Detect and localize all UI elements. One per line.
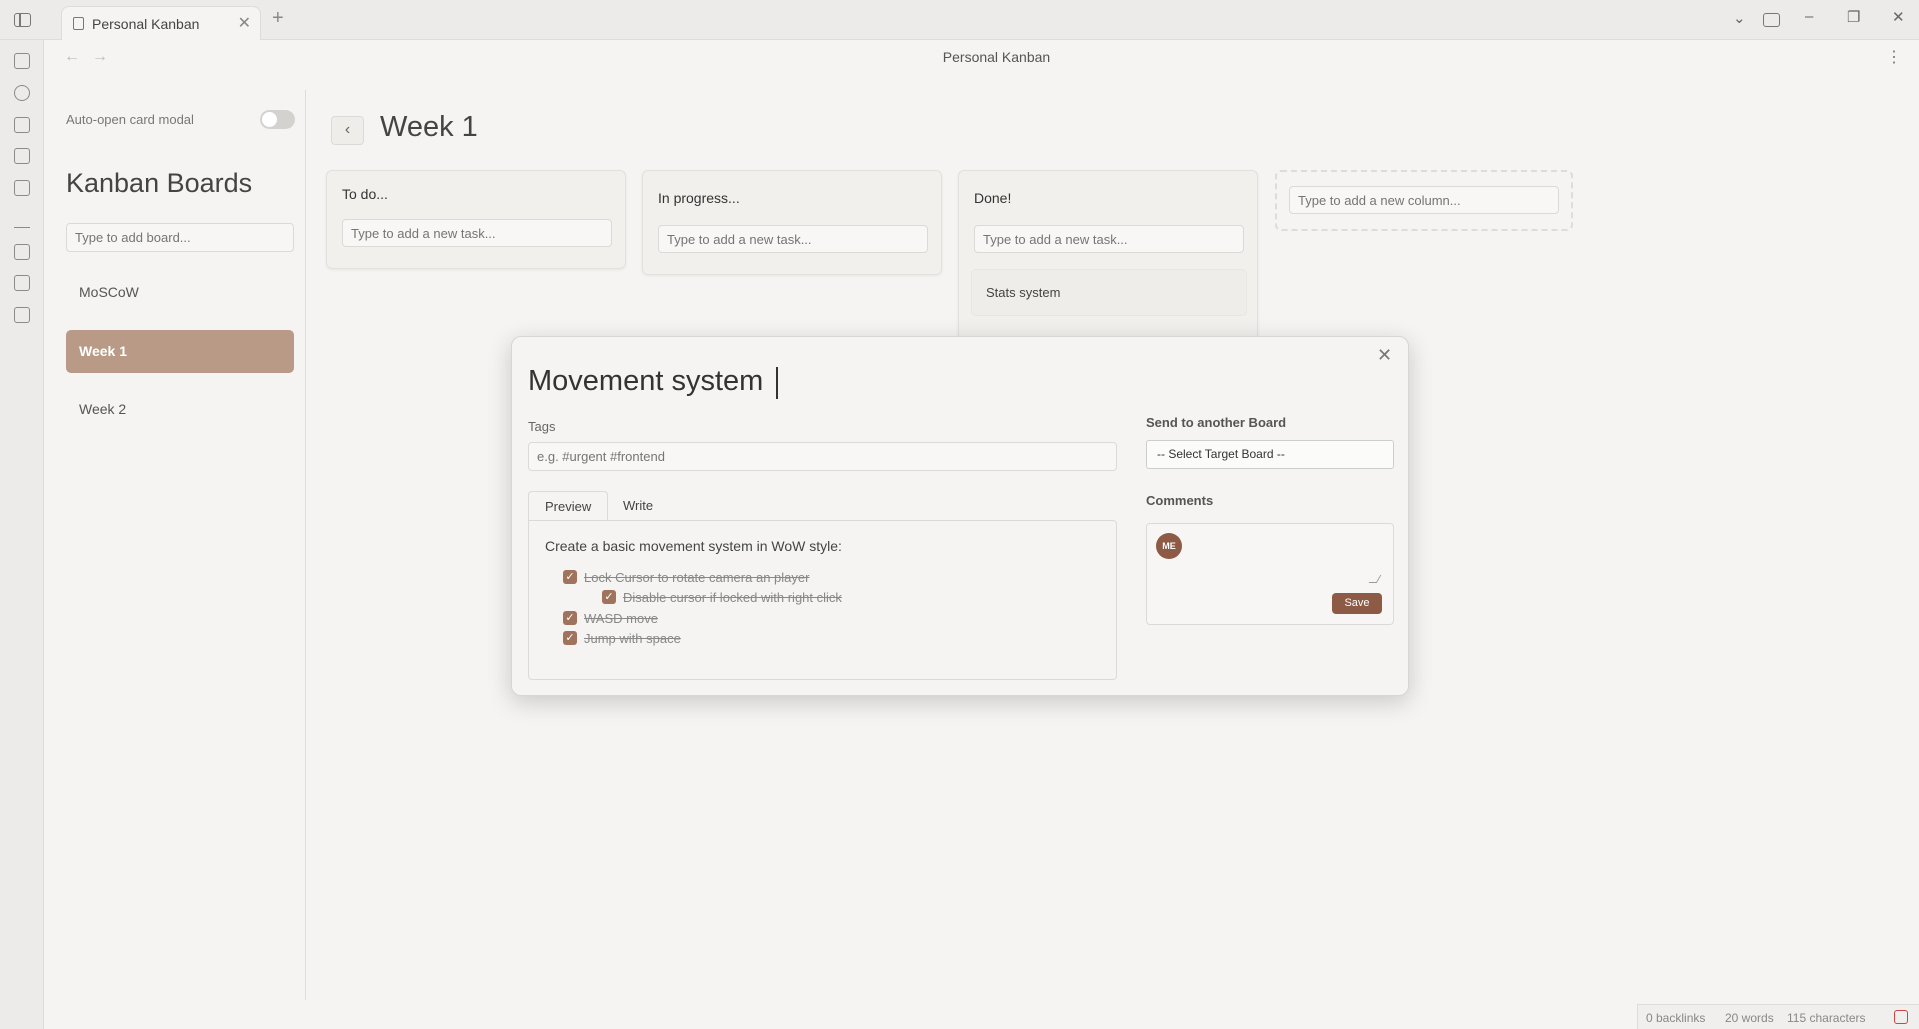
description-preview: Create a basic movement system in WoW st… bbox=[528, 520, 1117, 680]
comments-label: Comments bbox=[1146, 493, 1214, 508]
calendar-icon[interactable] bbox=[14, 148, 30, 164]
tab-list-dropdown-icon[interactable]: ⌄ bbox=[1733, 9, 1746, 27]
sidebar-toggle-icon[interactable] bbox=[14, 13, 31, 27]
restore-button[interactable]: ❐ bbox=[1847, 8, 1860, 26]
document-title: Personal Kanban bbox=[942, 49, 1051, 65]
comment-input[interactable]: ME Save bbox=[1146, 523, 1394, 625]
checklist-text: Disable cursor if locked with right clic… bbox=[623, 589, 842, 605]
tab-title: Personal Kanban bbox=[92, 16, 200, 32]
close-icon[interactable]: ✕ bbox=[1377, 345, 1392, 366]
add-task-input[interactable] bbox=[974, 225, 1244, 253]
word-count: 20 words bbox=[1725, 1011, 1774, 1025]
add-board-input[interactable] bbox=[66, 223, 294, 252]
more-options-icon[interactable]: ⋮ bbox=[1886, 47, 1902, 67]
table-icon[interactable] bbox=[14, 275, 30, 291]
send-to-board-label: Send to another Board bbox=[1146, 415, 1287, 430]
board-item-week-1[interactable]: Week 1 bbox=[66, 330, 294, 373]
checklist-item: ✓ Jump with space bbox=[563, 629, 681, 647]
tab-write[interactable]: Write bbox=[607, 491, 669, 521]
toggle-knob bbox=[262, 112, 277, 127]
backlinks-count[interactable]: 0 backlinks bbox=[1646, 1011, 1705, 1025]
task-card[interactable]: Stats system bbox=[971, 269, 1247, 316]
add-column-input[interactable] bbox=[1289, 186, 1559, 214]
avatar: ME bbox=[1156, 533, 1182, 559]
checklist-text: Lock Cursor to rotate camera an player bbox=[584, 569, 810, 585]
board-item-week-2[interactable]: Week 2 bbox=[66, 388, 294, 431]
checkbox-checked[interactable]: ✓ bbox=[602, 590, 616, 604]
back-button[interactable]: ‹ bbox=[331, 116, 364, 145]
checklist-text: WASD move bbox=[584, 610, 658, 626]
new-tab-icon[interactable]: + bbox=[272, 7, 284, 30]
graph-view-icon[interactable] bbox=[14, 85, 30, 101]
command-palette-icon[interactable] bbox=[14, 212, 30, 228]
target-board-select[interactable]: -- Select Target Board -- bbox=[1146, 440, 1394, 469]
add-column-area bbox=[1275, 170, 1573, 231]
save-comment-button[interactable]: Save bbox=[1332, 593, 1382, 614]
column-title: To do... bbox=[342, 186, 388, 202]
board-title: Week 1 bbox=[380, 111, 478, 143]
character-count: 115 characters bbox=[1787, 1011, 1866, 1025]
board-item-moscow[interactable]: MoSCoW bbox=[66, 271, 294, 314]
column-todo: To do... bbox=[326, 170, 626, 269]
resize-handle[interactable] bbox=[1368, 575, 1382, 583]
left-ribbon bbox=[0, 40, 44, 1029]
kanban-icon[interactable] bbox=[14, 307, 30, 323]
card-modal: ✕ Movement system Tags Preview Write Cre… bbox=[511, 336, 1409, 696]
close-tab-icon[interactable]: ✕ bbox=[238, 13, 251, 33]
column-title: Done! bbox=[974, 190, 1012, 206]
close-window-button[interactable]: ✕ bbox=[1892, 8, 1905, 26]
templates-icon[interactable] bbox=[14, 180, 30, 196]
list-icon[interactable] bbox=[14, 244, 30, 260]
checkbox-checked[interactable]: ✓ bbox=[563, 611, 577, 625]
checklist-item: ✓ Disable cursor if locked with right cl… bbox=[602, 588, 842, 606]
tab-preview[interactable]: Preview bbox=[528, 491, 609, 521]
status-bar: 0 backlinks 20 words 115 characters bbox=[1637, 1004, 1919, 1029]
auto-open-toggle[interactable] bbox=[260, 110, 295, 129]
add-task-input[interactable] bbox=[658, 225, 928, 253]
column-in-progress: In progress... bbox=[642, 170, 942, 275]
sync-status-icon[interactable] bbox=[1894, 1010, 1908, 1024]
checkbox-checked[interactable]: ✓ bbox=[563, 570, 577, 584]
column-title: In progress... bbox=[658, 190, 740, 206]
file-icon bbox=[73, 17, 84, 30]
checklist-item: ✓ Lock Cursor to rotate camera an player bbox=[563, 568, 809, 586]
title-bar: Personal Kanban ✕ + ⌄ – ❐ ✕ bbox=[0, 0, 1919, 40]
checklist-text: Jump with space bbox=[584, 630, 681, 646]
description-text: Create a basic movement system in WoW st… bbox=[545, 538, 842, 554]
tags-label: Tags bbox=[528, 419, 556, 434]
card-title[interactable]: Movement system bbox=[528, 365, 763, 398]
right-sidebar-toggle-icon[interactable] bbox=[1763, 13, 1780, 27]
column-done: Done! Stats system bbox=[958, 170, 1258, 340]
boards-heading: Kanban Boards bbox=[66, 168, 253, 198]
checkbox-checked[interactable]: ✓ bbox=[563, 631, 577, 645]
minimize-button[interactable]: – bbox=[1805, 8, 1813, 25]
canvas-icon[interactable] bbox=[14, 117, 30, 133]
add-task-input[interactable] bbox=[342, 219, 612, 247]
boards-sidebar: Auto-open card modal Kanban Boards MoSCo… bbox=[44, 90, 306, 1000]
tags-input[interactable] bbox=[528, 442, 1117, 471]
tab-personal-kanban[interactable]: Personal Kanban ✕ bbox=[61, 6, 261, 40]
checklist-item: ✓ WASD move bbox=[563, 609, 658, 627]
auto-open-label: Auto-open card modal bbox=[66, 112, 194, 127]
text-cursor bbox=[776, 367, 778, 399]
